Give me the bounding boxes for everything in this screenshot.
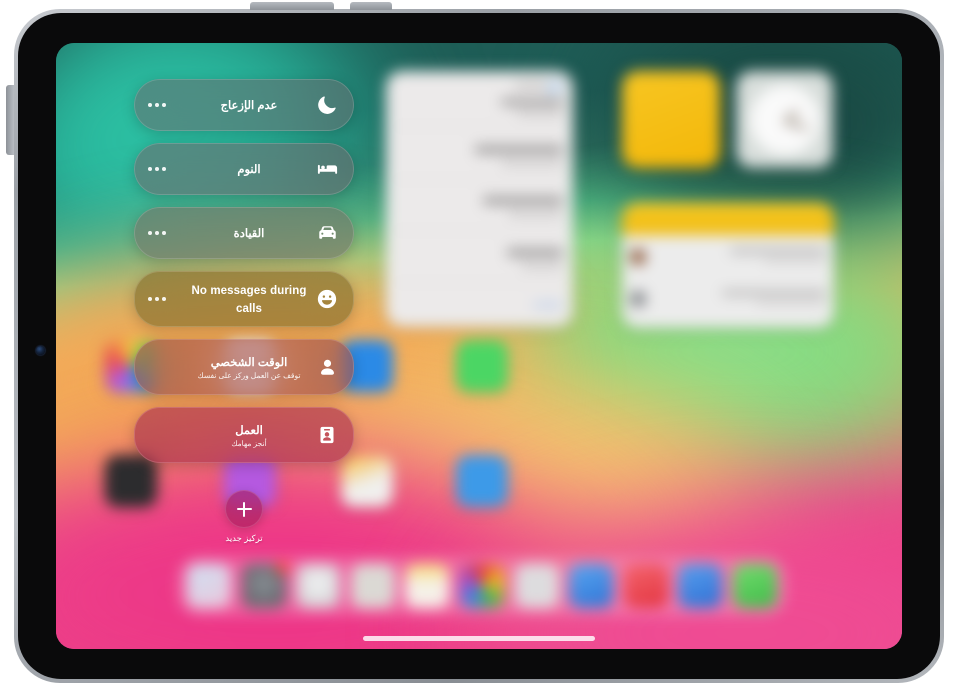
top-button-secondary[interactable] — [350, 2, 392, 10]
focus-card-title: عدم الإزعاج — [220, 100, 278, 113]
dock-icon-colors[interactable] — [459, 564, 504, 608]
dock-icon-notes[interactable] — [350, 564, 395, 608]
focus-card-driving[interactable]: القيادة — [134, 207, 354, 259]
device-bezel: عدم الإزعاج النوم القيادة No messages du… — [18, 13, 940, 679]
smiley-face-icon — [314, 286, 340, 312]
crescent-moon-icon — [314, 92, 340, 118]
ellipsis-icon[interactable] — [148, 103, 184, 107]
top-button[interactable] — [250, 2, 334, 10]
dock-icon-mail[interactable] — [296, 564, 341, 608]
tablet-device: عدم الإزعاج النوم القيادة No messages du… — [6, 2, 944, 683]
ellipsis-icon[interactable] — [148, 297, 184, 301]
front-camera-icon — [36, 346, 45, 355]
clock-face — [749, 84, 820, 155]
focus-card-subtitle: أنجز مهامك — [231, 439, 267, 449]
dock-icon-facetime[interactable] — [569, 564, 614, 608]
focus-card-title: النوم — [237, 164, 261, 177]
dock-icon-finder[interactable] — [187, 564, 231, 608]
new-focus-group: تركيز جديد — [134, 490, 354, 544]
bed-icon — [314, 156, 340, 182]
focus-card-title: العمل — [235, 425, 263, 438]
power-button[interactable] — [6, 85, 14, 155]
app-icon-messages[interactable] — [456, 340, 508, 392]
focus-card-text: No messages during calls — [184, 281, 314, 317]
dock-icon-photos[interactable] — [405, 564, 450, 608]
ellipsis-icon[interactable] — [148, 231, 184, 235]
home-indicator — [363, 636, 595, 641]
id-badge-icon — [314, 422, 340, 448]
dock-icon-music[interactable] — [623, 564, 668, 608]
dock — [177, 556, 787, 616]
app-icon-appstore[interactable] — [456, 455, 508, 507]
clock-widget[interactable] — [736, 71, 833, 168]
focus-card-text: القيادة — [184, 224, 314, 242]
dock-badge — [275, 561, 289, 574]
focus-card-do-not-disturb[interactable]: عدم الإزعاج — [134, 79, 354, 131]
car-icon — [314, 220, 340, 246]
yellow-widget[interactable] — [622, 71, 720, 168]
focus-card-subtitle: توقف عن العمل وركز على نفسك — [197, 371, 301, 381]
dock-icon-appstore[interactable] — [678, 564, 723, 608]
mail-widget[interactable] — [622, 203, 834, 328]
person-icon — [314, 354, 340, 380]
focus-card-work[interactable]: العمل أنجز مهامك — [134, 407, 354, 463]
focus-card-text: عدم الإزعاج — [184, 96, 314, 114]
focus-card-title: No messages during calls — [191, 285, 307, 315]
focus-card-text: الوقت الشخصي توقف عن العمل وركز على نفسك — [184, 353, 314, 380]
focus-card-text: العمل أنجز مهامك — [184, 421, 314, 448]
new-focus-button[interactable] — [225, 490, 263, 528]
focus-panel: عدم الإزعاج النوم القيادة No messages du… — [134, 79, 354, 544]
notes-widget[interactable] — [386, 71, 573, 327]
focus-card-title: الوقت الشخصي — [210, 357, 288, 370]
focus-card-title: القيادة — [233, 228, 265, 241]
tablet-screen: عدم الإزعاج النوم القيادة No messages du… — [56, 43, 902, 649]
screenshot-root: عدم الإزعاج النوم القيادة No messages du… — [0, 0, 958, 692]
new-focus-label: تركيز جديد — [225, 533, 263, 543]
focus-card-text: النوم — [184, 160, 314, 178]
focus-card-personal-time[interactable]: الوقت الشخصي توقف عن العمل وركز على نفسك — [134, 339, 354, 395]
ellipsis-icon[interactable] — [148, 167, 184, 171]
dock-icon-safari[interactable] — [241, 561, 289, 608]
dock-icon-messages[interactable] — [732, 564, 777, 608]
focus-card-no-messages-during-calls[interactable]: No messages during calls — [134, 271, 354, 327]
dock-icon-files[interactable] — [514, 564, 559, 608]
focus-card-sleep[interactable]: النوم — [134, 143, 354, 195]
plus-icon — [236, 501, 252, 517]
